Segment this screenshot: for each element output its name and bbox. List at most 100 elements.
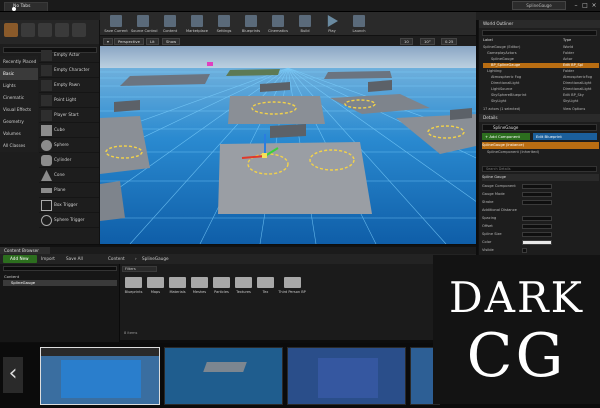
outliner-search-input[interactable]: [482, 30, 597, 36]
source-control-button[interactable]: Source Control: [131, 15, 157, 36]
landscape-mode-icon[interactable]: [38, 23, 52, 37]
view-options-button[interactable]: View Options: [563, 107, 585, 112]
folder-item[interactable]: Tex: [256, 277, 275, 307]
category-all-classes[interactable]: All Classes: [0, 140, 38, 152]
place-item[interactable]: Cube: [39, 123, 99, 138]
level-viewport[interactable]: [100, 46, 476, 244]
outliner-row[interactable]: SkySphereBlueprint Edit BP_Sky: [483, 93, 599, 98]
gauge-component-field[interactable]: [522, 184, 552, 189]
details-search-input[interactable]: Search Details: [482, 166, 597, 172]
place-mode-icon[interactable]: [4, 23, 18, 37]
add-new-button[interactable]: Add New: [3, 255, 37, 263]
offset-field[interactable]: [522, 224, 552, 229]
spacing-field[interactable]: [522, 216, 552, 221]
color-swatch[interactable]: [522, 240, 552, 245]
category-recently-placed[interactable]: Recently Placed: [0, 56, 38, 68]
place-item[interactable]: Empty Character: [39, 63, 99, 78]
stroke-field[interactable]: [522, 200, 552, 205]
import-button[interactable]: Import: [41, 255, 55, 263]
geometry-mode-icon[interactable]: [72, 23, 86, 37]
folder-item[interactable]: Third Person BP: [278, 277, 306, 307]
rotation-snap-button[interactable]: 10°: [420, 38, 435, 45]
settings-button[interactable]: Settings: [212, 15, 236, 36]
outliner-row[interactable]: SplineGauge (Editor) World: [483, 45, 599, 50]
build-button[interactable]: Build: [293, 15, 317, 36]
outliner-row[interactable]: SkyLight SkyLight: [483, 99, 599, 104]
scale-snap-button[interactable]: 0.25: [441, 38, 458, 45]
title-bar: No Tabs SplineGauge – □ ×: [0, 0, 600, 12]
place-item[interactable]: Sphere: [39, 138, 99, 153]
previous-arrow-icon[interactable]: ‹: [3, 357, 23, 393]
save-current-button[interactable]: Save Current: [104, 15, 128, 36]
minimize-icon[interactable]: –: [572, 2, 580, 10]
details-row: Offset: [482, 223, 599, 230]
perspective-button[interactable]: Perspective: [114, 38, 144, 45]
place-item[interactable]: Player Start: [39, 108, 99, 123]
show-button[interactable]: Show: [162, 38, 181, 45]
content-button[interactable]: Content: [158, 15, 182, 36]
marketplace-button[interactable]: Marketplace: [185, 15, 209, 36]
component-tree-item[interactable]: SplineComponent (Inherited): [482, 149, 599, 156]
folder-item[interactable]: Materials: [168, 277, 187, 307]
save-all-button[interactable]: Save All: [66, 255, 83, 263]
preview-thumbnail[interactable]: [287, 347, 406, 405]
folder-item[interactable]: Blueprints: [124, 277, 143, 307]
viewport-scene: [100, 46, 476, 244]
place-item[interactable]: Empty Actor: [39, 48, 99, 63]
place-item[interactable]: Point Light: [39, 93, 99, 108]
visible-checkbox[interactable]: [522, 248, 527, 253]
launch-button[interactable]: Launch: [347, 15, 371, 36]
play-button[interactable]: Play: [320, 15, 344, 36]
folder-icon: [191, 277, 208, 288]
outliner-row[interactable]: Lighting Folder: [483, 69, 599, 74]
actor-name-field[interactable]: SplineGauge: [482, 124, 597, 131]
maximize-icon[interactable]: □: [581, 2, 589, 10]
outliner-row-selected[interactable]: BP_SplineGauge Edit BP_Spl: [483, 63, 599, 68]
gauge-mode-field[interactable]: [522, 192, 552, 197]
place-item[interactable]: Plane: [39, 183, 99, 198]
outliner-row[interactable]: LightSource DirectionalLight: [483, 87, 599, 92]
category-volumes[interactable]: Volumes: [0, 128, 38, 140]
preview-thumbnail-active[interactable]: [40, 347, 160, 405]
folder-item[interactable]: Maps: [146, 277, 165, 307]
outliner-row[interactable]: Atmospheric Fog AtmosphericFog: [483, 75, 599, 80]
edit-blueprint-button[interactable]: Edit Blueprint: [533, 133, 597, 140]
blueprints-button[interactable]: Blueprints: [239, 15, 263, 36]
lit-button[interactable]: Lit: [146, 38, 159, 45]
folder-tree-item[interactable]: Content: [4, 274, 19, 279]
category-cinematic[interactable]: Cinematic: [0, 92, 38, 104]
category-visual-effects[interactable]: Visual Effects: [0, 104, 38, 116]
outliner-row[interactable]: SplineGauge Actor: [483, 57, 599, 62]
close-icon[interactable]: ×: [590, 2, 598, 10]
outliner-row[interactable]: DirectionalLight DirectionalLight: [483, 81, 599, 86]
folder-item[interactable]: Meshes: [190, 277, 209, 307]
category-lights[interactable]: Lights: [0, 80, 38, 92]
preview-thumbnail[interactable]: [164, 347, 283, 405]
category-basic[interactable]: Basic: [0, 68, 38, 80]
folder-item[interactable]: Particles: [212, 277, 231, 307]
grid-snap-button[interactable]: 10: [400, 38, 413, 45]
category-geometry[interactable]: Geometry: [0, 116, 38, 128]
place-item[interactable]: Cone: [39, 168, 99, 183]
add-component-button[interactable]: + Add Component: [482, 133, 530, 140]
paint-mode-icon[interactable]: [21, 23, 35, 37]
place-item[interactable]: Sphere Trigger: [39, 213, 99, 228]
breadcrumb-splinegauge[interactable]: SplineGauge: [142, 255, 169, 263]
viewport-menu-button[interactable]: ▾: [103, 38, 113, 45]
component-tree-root[interactable]: SplineGauge (Instance): [482, 142, 599, 149]
folder-item[interactable]: Textures: [234, 277, 253, 307]
foliage-mode-icon[interactable]: [55, 23, 69, 37]
folder-tree-item-selected[interactable]: SplineGauge: [3, 280, 117, 286]
breadcrumb-content[interactable]: Content: [108, 255, 125, 263]
folder-search-input[interactable]: [3, 266, 117, 271]
place-item[interactable]: Box Trigger: [39, 198, 99, 213]
outliner-row[interactable]: GameplayActors Folder: [483, 51, 599, 56]
place-item[interactable]: Empty Pawn: [39, 78, 99, 93]
cinematics-button[interactable]: Cinematics: [266, 15, 290, 36]
level-tab[interactable]: No Tabs: [4, 2, 48, 11]
filters-button[interactable]: Filters: [122, 266, 157, 272]
spline-size-field[interactable]: [522, 232, 552, 237]
content-browser-tab[interactable]: Content Browser: [0, 247, 50, 254]
details-section-header[interactable]: Spline Gauge: [482, 174, 599, 181]
place-item[interactable]: Cylinder: [39, 153, 99, 168]
